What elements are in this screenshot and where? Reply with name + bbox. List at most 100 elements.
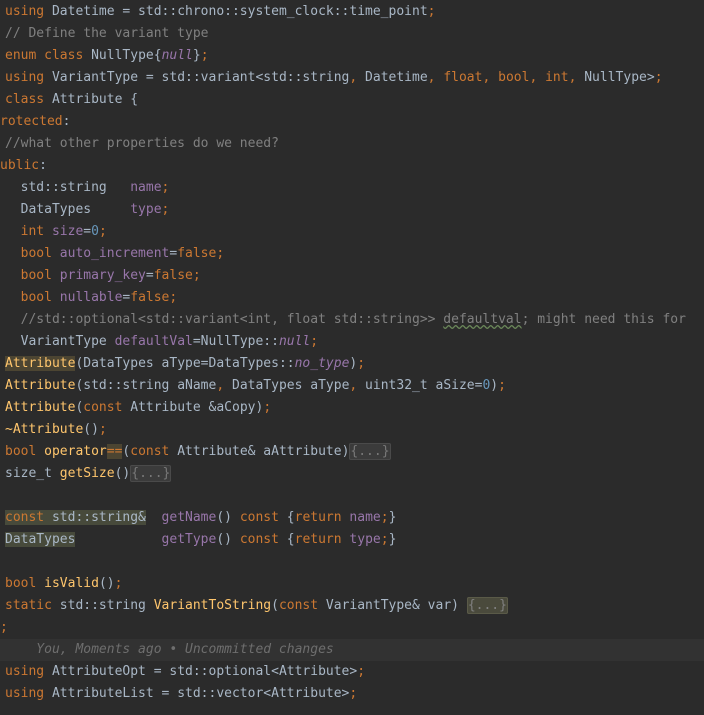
- code-token: bool: [5, 290, 52, 305]
- code-token: (DataTypes aType=DataTypes::: [75, 356, 295, 371]
- code-line[interactable]: Attribute(std::string aName, DataTypes a…: [0, 375, 704, 397]
- code-token: getSize: [59, 466, 115, 481]
- code-token: bool: [5, 444, 37, 459]
- code-line[interactable]: [0, 485, 704, 507]
- code-token: no_type: [294, 356, 350, 371]
- code-token: uint32_t aSize=: [357, 378, 483, 393]
- code-token: name: [130, 180, 162, 195]
- code-token: DataTypes: [5, 532, 76, 547]
- code-token: float: [435, 70, 483, 85]
- code-token: std::string: [51, 598, 154, 613]
- code-line[interactable]: DataTypes type;: [0, 199, 704, 221]
- code-line[interactable]: bool isValid();: [0, 573, 704, 595]
- code-line[interactable]: static std::string VariantToString(const…: [0, 595, 704, 617]
- code-line[interactable]: Attribute(const Attribute &aCopy);: [0, 397, 704, 419]
- code-token: ;: [161, 180, 170, 195]
- git-blame-annotation[interactable]: You, Moments ago • Uncommitted changes: [0, 639, 704, 661]
- code-line[interactable]: size_t getSize(){...}: [0, 463, 704, 485]
- code-token: primary_key: [51, 268, 146, 283]
- code-token: defaultval: [443, 312, 522, 327]
- code-token: Attribute &aCopy): [122, 400, 264, 415]
- code-token: // Define the variant type: [5, 26, 209, 41]
- code-token: std::string&: [44, 510, 146, 525]
- code-line[interactable]: using VariantType = std::variant<std::st…: [0, 67, 704, 89]
- code-line[interactable]: bool primary_key=false;: [0, 265, 704, 287]
- code-editor[interactable]: using Datetime = std::chrono::system_clo…: [0, 0, 704, 715]
- code-token: false;: [153, 268, 201, 283]
- code-token: ;: [0, 620, 8, 635]
- code-token: (std::string aName: [75, 378, 217, 393]
- code-line[interactable]: ;: [0, 617, 704, 639]
- code-line[interactable]: enum class NullType{null};: [0, 45, 704, 67]
- code-line[interactable]: bool auto_increment=false;: [0, 243, 704, 265]
- code-token: Attribute {: [44, 92, 139, 107]
- code-line[interactable]: rotected:: [0, 111, 704, 133]
- code-token: Attribute: [5, 378, 76, 393]
- code-token: ;: [427, 4, 436, 19]
- code-token: ,: [216, 378, 225, 393]
- code-line[interactable]: class Attribute {: [0, 89, 704, 111]
- code-line[interactable]: //what other properties do we need?: [0, 133, 704, 155]
- code-token: bool: [5, 268, 52, 283]
- code-line[interactable]: DataTypes getType() const {return type;}: [0, 529, 704, 551]
- code-line[interactable]: // Define the variant type: [0, 23, 704, 45]
- code-token: VariantToString: [153, 598, 272, 613]
- code-token: size: [44, 224, 84, 239]
- code-token: ;: [263, 400, 272, 415]
- code-token: getName: [161, 510, 217, 525]
- code-line[interactable]: const std::string& getName() const {retu…: [0, 507, 704, 529]
- code-token: using: [5, 70, 45, 85]
- code-token: false;: [130, 290, 178, 305]
- code-token: ;: [200, 48, 209, 63]
- code-line[interactable]: VariantType defaultVal=NullType::null;: [0, 331, 704, 353]
- code-line[interactable]: bool operator==(const Attribute& aAttrib…: [0, 441, 704, 463]
- code-line[interactable]: [0, 551, 704, 573]
- code-token: NullType>: [576, 70, 655, 85]
- code-token: const: [83, 400, 123, 415]
- code-line[interactable]: Attribute(DataTypes aType=DataTypes::no_…: [0, 353, 704, 375]
- code-token: {: [278, 510, 295, 525]
- code-token: const: [239, 532, 279, 547]
- code-token: }: [192, 48, 201, 63]
- code-line[interactable]: bool nullable=false;: [0, 287, 704, 309]
- code-token: bool: [5, 246, 52, 261]
- code-line[interactable]: ublic:: [0, 155, 704, 177]
- code-line[interactable]: //std::optional<std::variant<int, float …: [0, 309, 704, 331]
- code-line[interactable]: std::string name;: [0, 177, 704, 199]
- code-line[interactable]: using AttributeOpt = std::optional<Attri…: [0, 661, 704, 683]
- code-token: 0: [91, 224, 99, 239]
- code-token: //what other properties do we need?: [5, 136, 279, 151]
- code-token: ;: [380, 510, 389, 525]
- code-token: (: [271, 598, 279, 613]
- code-token: ,: [427, 70, 436, 85]
- code-line[interactable]: using Datetime = std::chrono::system_clo…: [0, 1, 704, 23]
- code-token: name: [341, 510, 381, 525]
- code-token: isValid: [36, 576, 99, 591]
- code-token: Attribute& aAttribute): [169, 444, 350, 459]
- code-token: ;: [98, 224, 107, 239]
- folded-code-block[interactable]: {...}: [466, 597, 508, 614]
- code-token: ublic: [0, 158, 40, 173]
- code-token: const: [5, 510, 45, 525]
- code-token: ;: [654, 70, 663, 85]
- code-token: }: [388, 532, 397, 547]
- code-token: bool: [5, 576, 37, 591]
- code-token: null: [161, 48, 193, 63]
- code-token: ;: [114, 576, 123, 591]
- code-line[interactable]: int size=0;: [0, 221, 704, 243]
- code-token: ;: [349, 686, 358, 701]
- code-token: ;: [357, 356, 366, 371]
- folded-code-block[interactable]: {...}: [130, 465, 172, 482]
- code-token: int: [537, 70, 569, 85]
- code-token: VariantType = std::variant<std::string: [44, 70, 350, 85]
- code-token: ;: [357, 664, 366, 679]
- folded-code-block[interactable]: {...}: [349, 443, 391, 460]
- code-line[interactable]: using AttributeList = std::vector<Attrib…: [0, 683, 704, 705]
- code-token: type: [130, 202, 162, 217]
- code-line[interactable]: ~Attribute();: [0, 419, 704, 441]
- code-token: std::string: [5, 180, 131, 195]
- code-token: ;: [98, 422, 107, 437]
- code-token: class: [5, 92, 45, 107]
- code-token: auto_increment: [51, 246, 170, 261]
